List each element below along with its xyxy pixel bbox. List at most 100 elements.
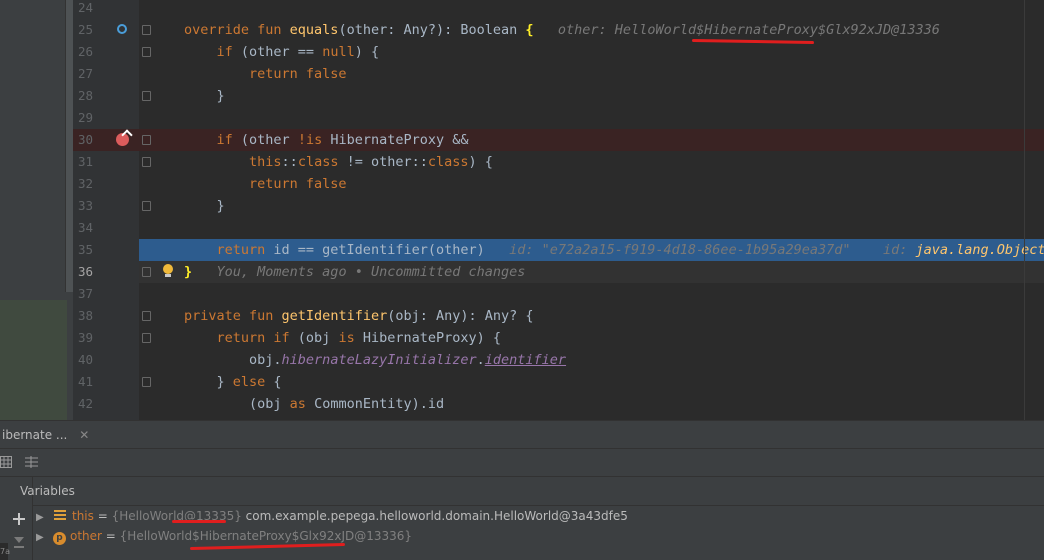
debug-tab-bar: ibernate ... ✕ [0,421,1044,449]
collapse-icon[interactable] [14,537,24,549]
code-token: else [232,374,274,390]
code-token: } [184,374,233,390]
line-number: 40 [77,352,93,367]
code-text: return if (obj is HibernateProxy) { [184,327,502,349]
debug-toolbar [0,449,1044,477]
close-icon[interactable]: ✕ [79,428,89,442]
right-margin-guide [1024,0,1025,420]
line-number: 28 [77,88,93,103]
inline-hint: id: "e72a2a15-f919-4d18-86ee-1b95a29ea37… [484,242,916,258]
line-number: 34 [77,220,93,235]
code-line[interactable]: 42 (obj as CommonEntity).id [73,393,1044,415]
inline-hint: You, Moments ago • Uncommitted changes [192,264,526,280]
fold-marker-icon[interactable] [142,333,151,343]
debug-session-tab[interactable]: ibernate ... ✕ [0,421,89,449]
code-line[interactable]: 41 } else { [73,371,1044,393]
fold-marker-icon[interactable] [142,377,151,387]
code-token: return false [184,66,347,82]
line-number: 24 [77,0,93,15]
fold-marker-icon[interactable] [142,201,151,211]
code-text: return false [184,63,347,85]
code-line[interactable]: 27 return false [73,63,1044,85]
code-text: override fun equals(other: Any?): Boolea… [184,19,940,41]
code-token: as [289,396,315,412]
code-token: return false [184,176,347,192]
line-number: 29 [77,110,93,125]
code-token: ) { [468,154,493,170]
fold-marker-icon[interactable] [142,267,151,277]
code-line[interactable]: 36} You, Moments ago • Uncommitted chang… [73,261,1044,283]
code-line[interactable]: 38 private fun getIdentifier(obj: Any): A… [73,305,1044,327]
code-line[interactable]: 26 if (other == null) { [73,41,1044,63]
lightbulb-icon[interactable] [162,264,174,279]
code-text: (obj as CommonEntity).id [184,393,444,415]
code-token: (obj: Any): Any? { [387,308,534,324]
code-token: (obj [184,396,290,412]
code-line[interactable]: 30 if (other !is HibernateProxy && [73,129,1044,151]
code-token: if [184,44,241,60]
code-line[interactable]: 28 } [73,85,1044,107]
code-text: } [184,85,225,107]
code-line[interactable]: 35 return id == getIdentifier(other) id:… [73,239,1044,261]
table-icon[interactable] [0,456,12,468]
code-token: if [184,132,241,148]
code-line[interactable]: 25 override fun equals(other: Any?): Bool… [73,19,1044,41]
override-icon[interactable] [117,24,127,34]
line-number: 41 [77,374,93,389]
project-scrollbar[interactable] [65,0,73,292]
variables-header: Variables [20,484,75,498]
code-text: if (other !is HibernateProxy && [184,129,469,151]
fold-marker-icon[interactable] [142,47,151,57]
code-line[interactable]: 29 [73,107,1044,129]
code-text: return false [184,173,347,195]
annotation-underline [172,520,226,523]
code-token: (obj [297,330,339,346]
code-token: id == getIdentifier(other) [273,242,485,258]
variable-value: {HelloWorld$HibernateProxy$Glx92xJD@1333… [119,529,413,543]
code-text: this::class != other::class) { [184,151,493,173]
fold-marker-icon[interactable] [142,91,151,101]
debug-panel: ibernate ... ✕ 7a Variables ▶ this = {He… [0,420,1044,560]
line-number: 32 [77,176,93,191]
code-line[interactable]: 40 obj.hibernateLazyInitializer.identifi… [73,349,1044,371]
variable-eq: = [101,529,120,543]
inline-hint: other: HelloWorld$HibernateProxy$Glx92xJ… [533,22,940,38]
code-line[interactable]: 33 } [73,195,1044,217]
code-token: is [338,330,363,346]
code-line[interactable]: 24 [73,0,1044,19]
chevron-right-icon[interactable]: ▶ [36,508,52,528]
fold-marker-icon[interactable] [142,135,151,145]
fold-marker-icon[interactable] [142,311,151,321]
code-token: { [273,374,282,390]
breakpoint-icon[interactable] [116,133,129,146]
code-token: (other [240,132,298,148]
variable-row-this[interactable]: ▶ this = {HelloWorld@13335} com.example.p… [36,506,628,526]
fold-marker-icon[interactable] [142,157,151,167]
line-number: 35 [77,242,93,257]
add-icon[interactable] [13,513,25,525]
code-line[interactable]: 39 return if (obj is HibernateProxy) { [73,327,1044,349]
fold-marker-icon[interactable] [142,25,151,35]
code-line[interactable]: 37 [73,283,1044,305]
line-number: 38 [77,308,93,323]
code-token: } [184,264,193,280]
code-token: equals [289,22,339,38]
code-token: ) { [354,44,380,60]
code-editor[interactable]: 24 25 override fun equals(other: Any?): Bo… [73,0,1044,420]
variable-name: other [70,529,102,543]
side-stub: 7a [0,543,10,560]
variable-row-other[interactable]: ▶ p other = {HelloWorld$HibernateProxy$Glx… [36,526,412,546]
variable-name: this [72,509,94,523]
code-token: HibernateProxy && [330,132,469,148]
code-line[interactable]: 32 return false [73,173,1044,195]
chevron-right-icon[interactable]: ▶ [36,528,52,548]
code-token: class [297,154,347,170]
code-line[interactable]: 31 this::class != other::class) { [73,151,1044,173]
code-text: if (other == null) { [184,41,380,63]
layout-settings-icon[interactable] [25,456,38,468]
code-text: obj.hibernateLazyInitializer.identifier [184,349,566,371]
code-token: null [322,44,355,60]
code-text: } You, Moments ago • Uncommitted changes [184,261,525,283]
code-token: hibernateLazyInitializer [281,352,477,368]
code-line[interactable]: 34 [73,217,1044,239]
